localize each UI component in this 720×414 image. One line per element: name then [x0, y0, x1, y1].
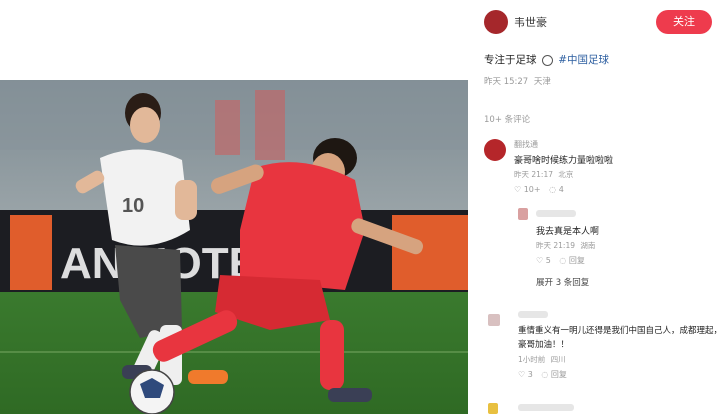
reply-count: 4	[558, 185, 564, 194]
comment-total: 10+	[484, 115, 502, 125]
reply-actions: ♡ 5 ◌ 回复	[536, 255, 585, 266]
reply-meta: 昨天 21:19 湖南	[536, 240, 595, 251]
football-icon	[541, 54, 553, 66]
football-match-image: AN HOTEL 10	[0, 80, 468, 414]
comment-text-line2: 豪哥加油！！	[518, 340, 570, 350]
reply-time: 昨天 21:19	[536, 241, 575, 250]
reply-location: 湖南	[580, 241, 596, 250]
comment-text: 豪哥啥时候练力量啦啦啦	[514, 156, 614, 166]
author-name[interactable]: 韦世豪	[514, 14, 547, 30]
reply-text: 我去真是本人啊	[536, 227, 600, 237]
comment-bubble-icon[interactable]: ◌	[541, 370, 548, 379]
heart-icon[interactable]: ♡	[518, 370, 525, 379]
author-avatar[interactable]	[484, 10, 508, 34]
commenter-name-blurred	[518, 311, 548, 318]
post-location: 天津	[533, 77, 551, 87]
caption-text: 专注于足球	[484, 54, 537, 66]
heart-icon[interactable]: ♡	[536, 256, 543, 265]
commenter-name[interactable]: 翻找通	[514, 139, 538, 150]
comment-time: 昨天 21:17	[514, 170, 553, 179]
jersey-number-white: 10	[122, 195, 144, 217]
post-photo[interactable]: AN HOTEL 10	[0, 80, 468, 414]
comment-location: 北京	[558, 170, 574, 179]
commenter-avatar[interactable]	[488, 403, 498, 414]
commenter-avatar[interactable]	[484, 139, 506, 161]
comment-meta: 1小时前 四川	[518, 354, 566, 365]
comment-time: 1小时前	[518, 355, 546, 364]
post-caption: 专注于足球 #中国足球	[484, 52, 609, 67]
reply-button[interactable]: 回复	[551, 370, 567, 379]
comment-text-line1: 重情重义有一明儿还得是我们中国自己人，成都理起，	[518, 326, 720, 336]
expand-replies-link[interactable]: 展开 3 条回复	[536, 276, 589, 288]
like-count: 3	[527, 370, 533, 379]
reply-bubble-icon[interactable]: ◌	[559, 256, 566, 265]
commenter-name-blurred	[518, 404, 574, 411]
reply-avatar[interactable]	[518, 208, 528, 220]
post-meta: 昨天 15:27 天津	[484, 75, 551, 87]
comment-meta: 昨天 21:17 北京	[514, 169, 573, 180]
reply-username-blurred	[536, 210, 576, 217]
post-time: 昨天 15:27	[484, 77, 529, 87]
follow-button[interactable]: 关注	[656, 10, 712, 34]
commenter-avatar[interactable]	[488, 314, 500, 326]
comment-count: 10+ 条评论	[484, 113, 530, 125]
comment-count-suffix: 条评论	[504, 115, 531, 125]
comment-actions: ♡ 10+ ◌ 4	[514, 185, 564, 194]
post-panel: 韦世豪 关注 专注于足球 #中国足球 昨天 15:27 天津 10+ 条评论 翻…	[470, 0, 720, 414]
comment-location: 四川	[550, 355, 566, 364]
comment-bubble-icon[interactable]: ◌	[549, 185, 556, 194]
hashtag-link[interactable]: #中国足球	[558, 54, 609, 66]
like-count: 10+	[523, 185, 541, 194]
reply-button[interactable]: 回复	[569, 256, 585, 265]
image-pane: AN HOTEL 10	[0, 0, 470, 414]
comment-actions: ♡ 3 ◌ 回复	[518, 369, 567, 380]
reply-like-count: 5	[545, 256, 551, 265]
heart-icon[interactable]: ♡	[514, 185, 521, 194]
